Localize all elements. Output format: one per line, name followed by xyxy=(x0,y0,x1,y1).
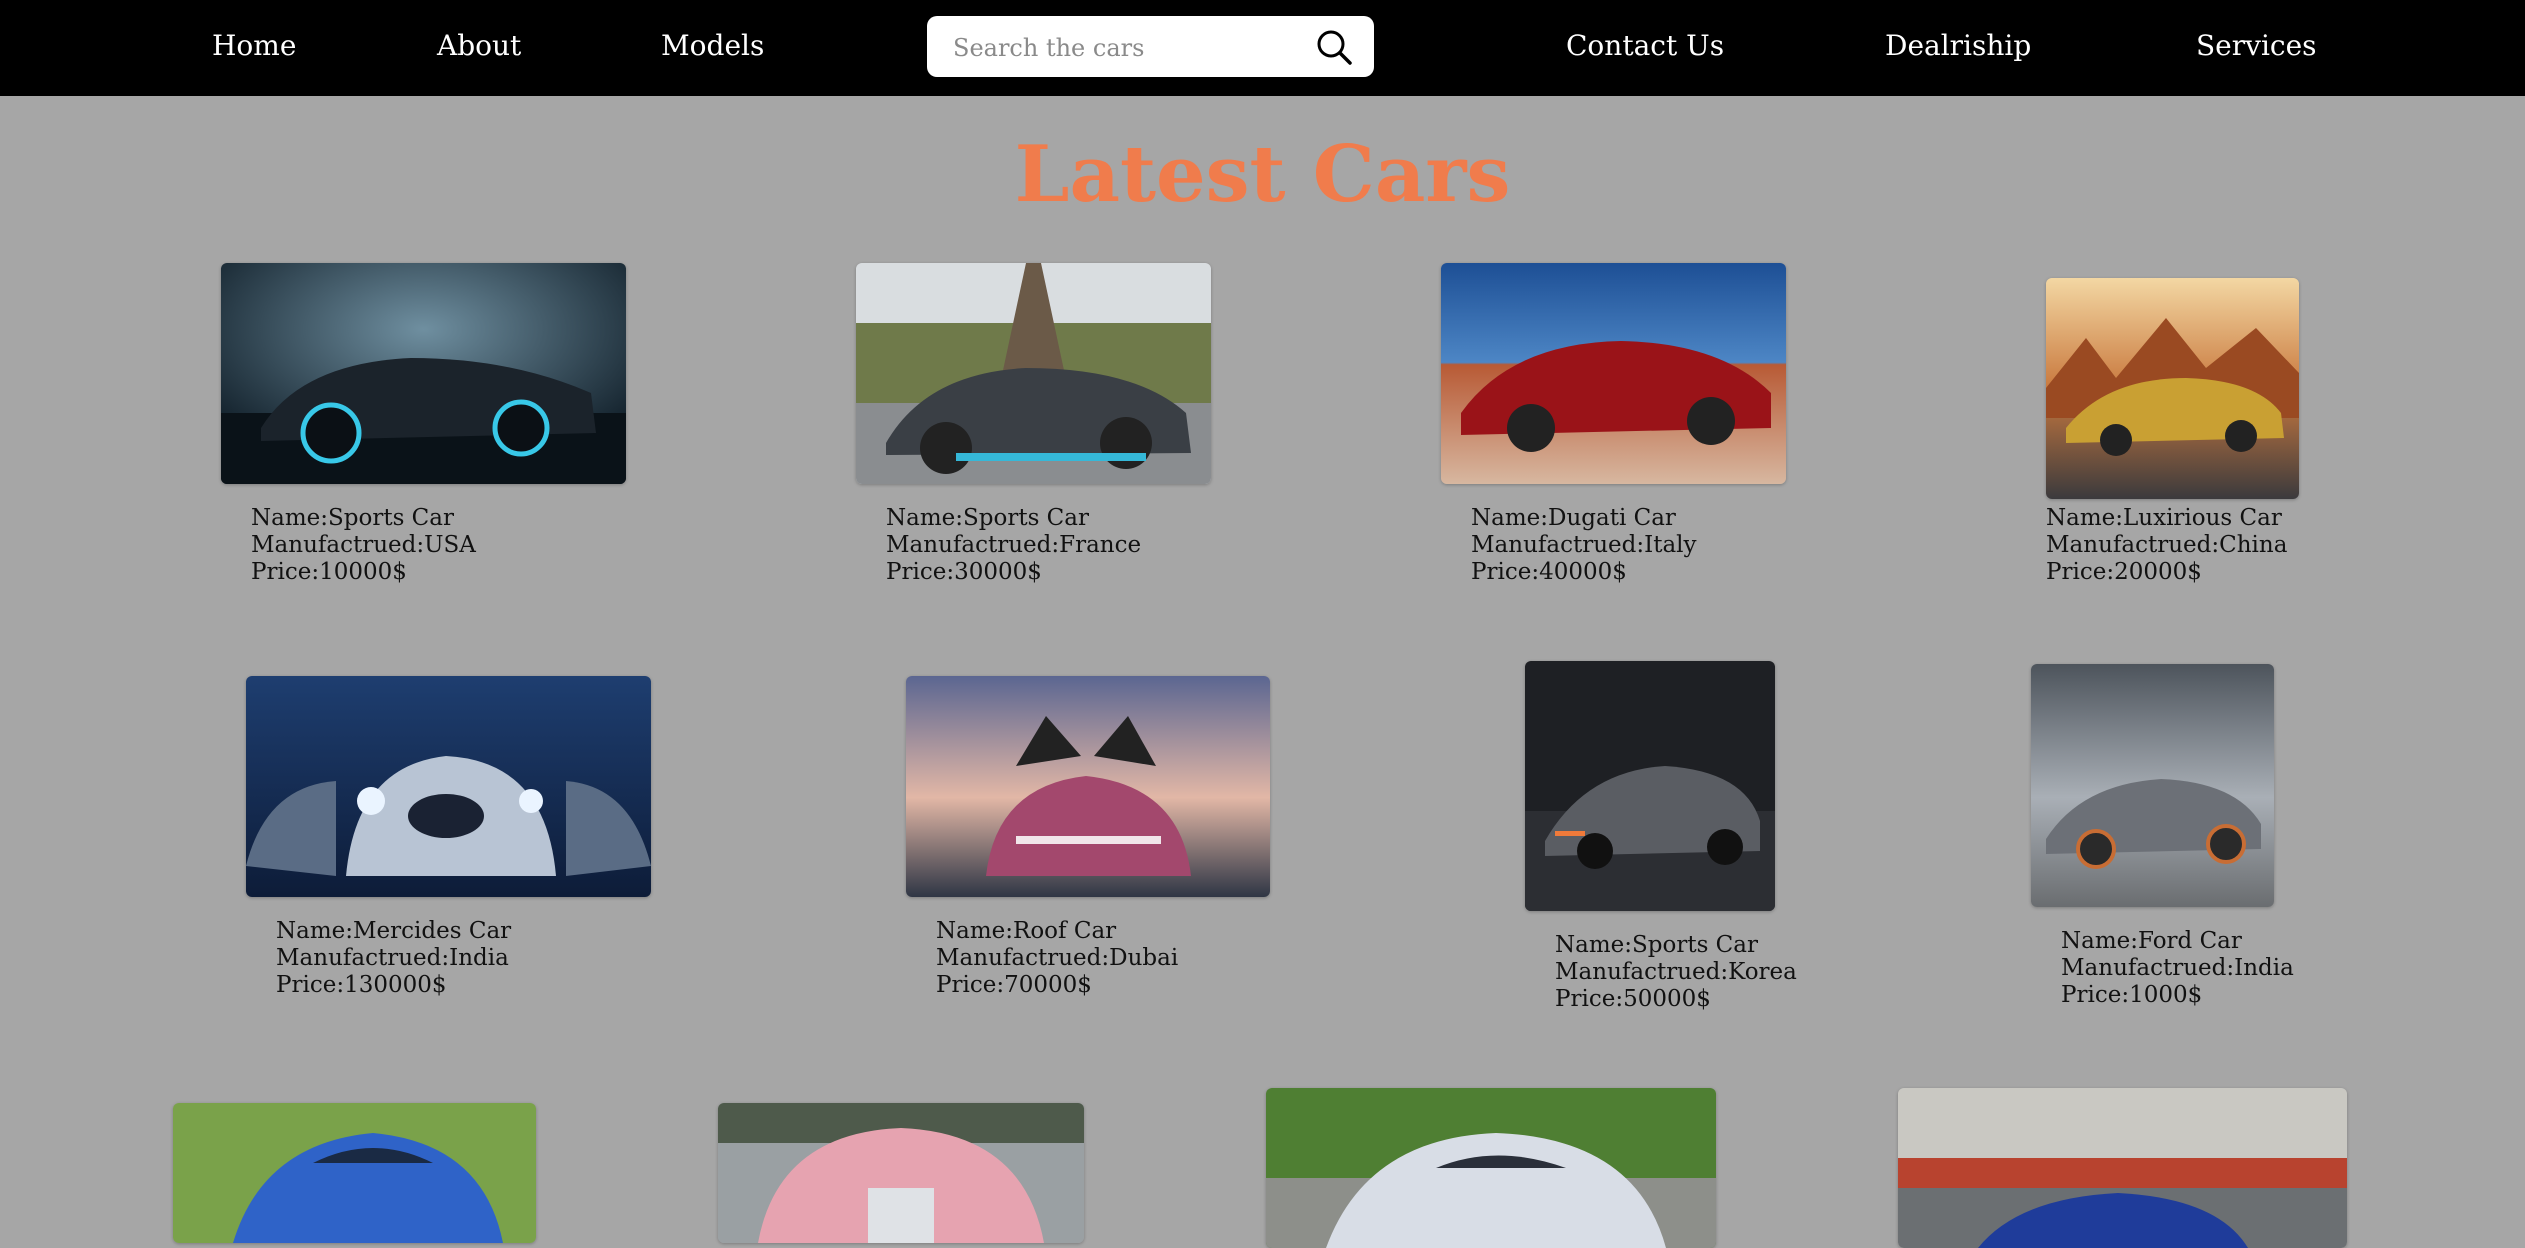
car-info-4: Name:Luxirious Car Manufactrued:China Pr… xyxy=(2046,505,2287,586)
car-price: Price:70000$ xyxy=(936,972,1092,998)
car-image-12[interactable] xyxy=(1898,1088,2347,1248)
car-image-3[interactable] xyxy=(1441,263,1786,484)
car-info-8: Name:Ford Car Manufactrued:India Price:1… xyxy=(2061,928,2294,1009)
car-name: Name:Luxirious Car xyxy=(2046,505,2282,531)
car-name: Name:Sports Car xyxy=(886,505,1089,531)
car-name: Name:Ford Car xyxy=(2061,928,2242,954)
car-name: Name:Dugati Car xyxy=(1471,505,1676,531)
car-info-3: Name:Dugati Car Manufactrued:Italy Price… xyxy=(1471,505,1697,586)
car-image-10[interactable] xyxy=(718,1103,1084,1243)
car-image-7[interactable] xyxy=(1525,661,1775,911)
car-manufacturer: Manufactrued:USA xyxy=(251,532,476,558)
nav-services-link[interactable]: Services xyxy=(2196,28,2317,64)
car-image-1[interactable] xyxy=(221,263,626,484)
car-image-2[interactable] xyxy=(856,263,1211,484)
car-image-9[interactable] xyxy=(173,1103,536,1243)
nav-dealership-link[interactable]: Dealriship xyxy=(1885,28,2031,64)
car-name: Name:Mercides Car xyxy=(276,918,512,944)
car-image-5[interactable] xyxy=(246,676,651,897)
car-price: Price:40000$ xyxy=(1471,559,1627,585)
car-image-8[interactable] xyxy=(2031,664,2274,907)
car-manufacturer: Manufactrued:India xyxy=(2061,955,2294,981)
car-manufacturer: Manufactrued:China xyxy=(2046,532,2288,558)
car-price: Price:1000$ xyxy=(2061,982,2203,1008)
car-manufacturer: Manufactrued:France xyxy=(886,532,1142,558)
nav-contact-link[interactable]: Contact Us xyxy=(1566,28,1724,64)
car-price: Price:20000$ xyxy=(2046,559,2202,585)
car-manufacturer: Manufactrued:India xyxy=(276,945,509,971)
car-price: Price:30000$ xyxy=(886,559,1042,585)
car-info-2: Name:Sports Car Manufactrued:France Pric… xyxy=(886,505,1141,586)
car-manufacturer: Manufactrued:Dubai xyxy=(936,945,1179,971)
nav-models-link[interactable]: Models xyxy=(661,28,764,64)
car-manufacturer: Manufactrued:Italy xyxy=(1471,532,1697,558)
car-name: Name:Sports Car xyxy=(1555,932,1758,958)
search-icon[interactable] xyxy=(1315,28,1353,66)
search-input[interactable] xyxy=(951,30,1295,66)
car-name: Name:Roof Car xyxy=(936,918,1117,944)
search-box xyxy=(927,16,1374,77)
nav-home-link[interactable]: Home xyxy=(212,28,296,64)
car-info-7: Name:Sports Car Manufactrued:Korea Price… xyxy=(1555,932,1797,1013)
car-price: Price:130000$ xyxy=(276,972,447,998)
car-price: Price:50000$ xyxy=(1555,986,1711,1012)
nav-about-link[interactable]: About xyxy=(437,28,521,64)
car-info-1: Name:Sports Car Manufactrued:USA Price:1… xyxy=(251,505,476,586)
car-info-5: Name:Mercides Car Manufactrued:India Pri… xyxy=(276,918,511,999)
car-info-6: Name:Roof Car Manufactrued:Dubai Price:7… xyxy=(936,918,1178,999)
top-navbar: Home About Models Contact Us Dealriship … xyxy=(0,0,2525,96)
car-image-6[interactable] xyxy=(906,676,1270,897)
car-name: Name:Sports Car xyxy=(251,505,454,531)
page-title: Latest Cars xyxy=(1014,129,1511,220)
car-price: Price:10000$ xyxy=(251,559,407,585)
car-image-4[interactable] xyxy=(2046,278,2299,499)
car-manufacturer: Manufactrued:Korea xyxy=(1555,959,1797,985)
car-image-11[interactable] xyxy=(1266,1088,1716,1248)
